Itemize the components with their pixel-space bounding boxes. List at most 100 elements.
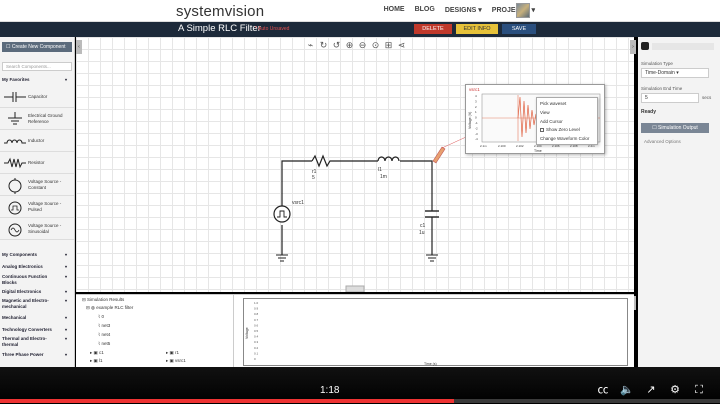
tree-root[interactable]: ⊟ Simulation Results [82, 297, 124, 303]
category-label: Mechanical [2, 315, 27, 320]
results-ytick: 0.4 [254, 335, 259, 339]
advanced-options-link[interactable]: Advanced Options [644, 139, 681, 144]
zoom-area-icon[interactable]: ⊞ [383, 40, 394, 51]
voltage-source-vsrc1[interactable] [273, 205, 291, 223]
component-label: Voltage Source - Pulsed [28, 201, 62, 212]
results-ytick: 0.9 [254, 307, 259, 311]
video-progress-fill [0, 399, 454, 403]
component-label: Voltage Source - Sinusoidal [28, 223, 62, 234]
nav-designs[interactable]: DESIGNS ▾ [445, 6, 482, 14]
category-digital-electronics[interactable]: Digital Electronics ▾ [0, 289, 75, 294]
settings-gear-icon[interactable]: ⚙ [667, 383, 683, 397]
tree-node[interactable]: ⌇ net3 [98, 323, 110, 329]
menu-show-zero-level[interactable]: Show Zero Level [540, 127, 580, 132]
component-capacitor[interactable]: Capacitor [0, 86, 74, 108]
category-my-favorites[interactable]: My Favorites ▾ [0, 77, 75, 82]
sim-type-select[interactable]: Time-Domain ▾ [641, 68, 709, 78]
expand-icon[interactable]: ▸ ▣ [166, 350, 175, 355]
component-ground[interactable]: Electrical Ground Reference [0, 108, 74, 130]
schematic-canvas[interactable]: r1 5 l1 1m c1 1u vsrc1 [76, 37, 634, 292]
delete-button[interactable]: DELETE [414, 24, 452, 34]
simulation-output-button[interactable]: ☐ Simulation Output [641, 123, 709, 133]
component-resistor[interactable]: Resistor [0, 152, 74, 174]
tree-component[interactable]: ▸ ▣ vsrc1 [166, 358, 186, 364]
schematic-drawing: r1 5 l1 1m c1 1u vsrc1 [273, 136, 467, 292]
rotate-icon[interactable]: ↻ [318, 40, 329, 51]
component-voltage-sinusoidal[interactable]: Voltage Source - Sinusoidal [0, 218, 74, 240]
component-voltage-pulsed[interactable]: Voltage Source - Pulsed [0, 196, 74, 218]
end-time-input[interactable]: 5 [641, 93, 699, 103]
l1-label: l1 [378, 167, 382, 173]
collapse-results-button[interactable] [345, 285, 365, 292]
search-input[interactable]: Search Components... [2, 62, 72, 71]
results-panel: ⊟ Simulation Results ⊟ ◍ example RLC fil… [76, 294, 634, 368]
menu-change-color[interactable]: Change Waveform Color [540, 136, 589, 141]
expand-icon[interactable]: ▸ ▣ [90, 350, 99, 355]
category-continuous-function[interactable]: Continuous Function Blocks ▾ [0, 274, 67, 285]
wire-tool-icon[interactable]: ⌁ [305, 40, 316, 51]
category-my-components[interactable]: My Components ▾ [0, 252, 75, 257]
panel-icon[interactable] [641, 42, 649, 50]
wire[interactable] [400, 160, 433, 211]
collapse-left-panel-button[interactable]: ‹ [76, 40, 82, 54]
brand-logo[interactable]: systemvision [176, 3, 264, 20]
nav-home[interactable]: HOME [384, 6, 405, 14]
tree-design[interactable]: ⊟ ◍ example RLC filter [86, 305, 133, 311]
checkbox-icon[interactable] [540, 127, 544, 132]
menu-view[interactable]: View [540, 110, 550, 115]
menu-add-cursor[interactable]: Add Cursor [540, 119, 563, 124]
tree-node[interactable]: ⌇ 0 [98, 314, 104, 320]
edit-info-button[interactable]: EDIT INFO [456, 24, 498, 34]
expand-icon[interactable]: ▸ ▣ [166, 358, 175, 363]
probe-icon[interactable] [432, 146, 446, 164]
collapse-right-panel-button[interactable]: › [630, 40, 636, 54]
category-label: Thermal and Electro-thermal [2, 336, 47, 347]
ground-icon[interactable] [276, 254, 288, 262]
share-icon[interactable]: ↗ [643, 383, 659, 397]
avatar[interactable] [516, 3, 530, 18]
create-component-button[interactable]: ☐ Create New Component [2, 42, 72, 52]
results-ytick: 0.1 [254, 351, 259, 355]
category-analog-electronics[interactable]: Analog Electronics ▾ [0, 264, 75, 269]
inductor-icon [4, 139, 26, 144]
tree-node-label: net4 [101, 332, 111, 337]
results-plot[interactable]: 1.0 0.9 0.8 0.7 0.6 0.5 0.4 0.3 0.2 0.1 0 Voltage … [243, 298, 628, 366]
category-mechanical[interactable]: Mechanical ▾ [0, 315, 75, 320]
resistor-r1[interactable] [311, 154, 332, 168]
results-ytick: 1.0 [254, 301, 259, 305]
volume-icon[interactable]: 🔈 [619, 383, 635, 397]
chevron-down-icon[interactable]: ▾ [532, 7, 535, 14]
tree-node[interactable]: ⌇ net4 [98, 332, 110, 338]
category-magnetic[interactable]: Magnetic and Electro-mechanical ▾ [0, 298, 67, 309]
menu-pick-waveset[interactable]: Pick waveset [540, 101, 566, 106]
nav-blog[interactable]: BLOG [415, 6, 435, 14]
tree-component-label: l1 [99, 358, 103, 363]
resistor-icon [4, 157, 26, 169]
captions-icon[interactable]: ㏄ [595, 383, 611, 397]
share-icon[interactable]: ⋖ [396, 40, 407, 51]
category-technology-converters[interactable]: Technology Converters ▾ [0, 327, 75, 332]
tree-component[interactable]: ▸ ▣ r1 [166, 350, 179, 356]
popup-ytick: -2 [475, 126, 478, 130]
expand-icon[interactable]: ▸ ▣ [90, 358, 99, 363]
tree-component[interactable]: ▸ ▣ l1 [90, 358, 103, 364]
fullscreen-icon[interactable]: ⛶ [691, 383, 707, 397]
ground-icon[interactable] [426, 254, 438, 262]
zoom-fit-icon[interactable]: ⊙ [370, 40, 381, 51]
save-button[interactable]: SAVE [502, 24, 536, 34]
tree-component[interactable]: ▸ ▣ c1 [90, 350, 104, 356]
video-progress-bar[interactable] [0, 399, 720, 403]
zoom-out-icon[interactable]: ⊖ [357, 40, 368, 51]
component-inductor[interactable]: Inductor [0, 130, 74, 152]
category-thermal[interactable]: Thermal and Electro-thermal ▾ [0, 336, 67, 347]
zoom-in-icon[interactable]: ⊕ [344, 40, 355, 51]
component-voltage-constant[interactable]: Voltage Source - Constant [0, 174, 74, 196]
category-three-phase-power[interactable]: Three Phase Power ▾ [0, 352, 75, 357]
undo-icon[interactable]: ↺ [331, 40, 342, 51]
results-ytick: 0.2 [254, 346, 259, 350]
chevron-down-icon: ▾ [64, 327, 67, 332]
component-label: Resistor [28, 160, 45, 165]
tree-node[interactable]: ⌇ net5 [98, 341, 110, 347]
inductor-l1[interactable] [377, 156, 400, 162]
results-ylabel: Voltage [245, 327, 249, 339]
